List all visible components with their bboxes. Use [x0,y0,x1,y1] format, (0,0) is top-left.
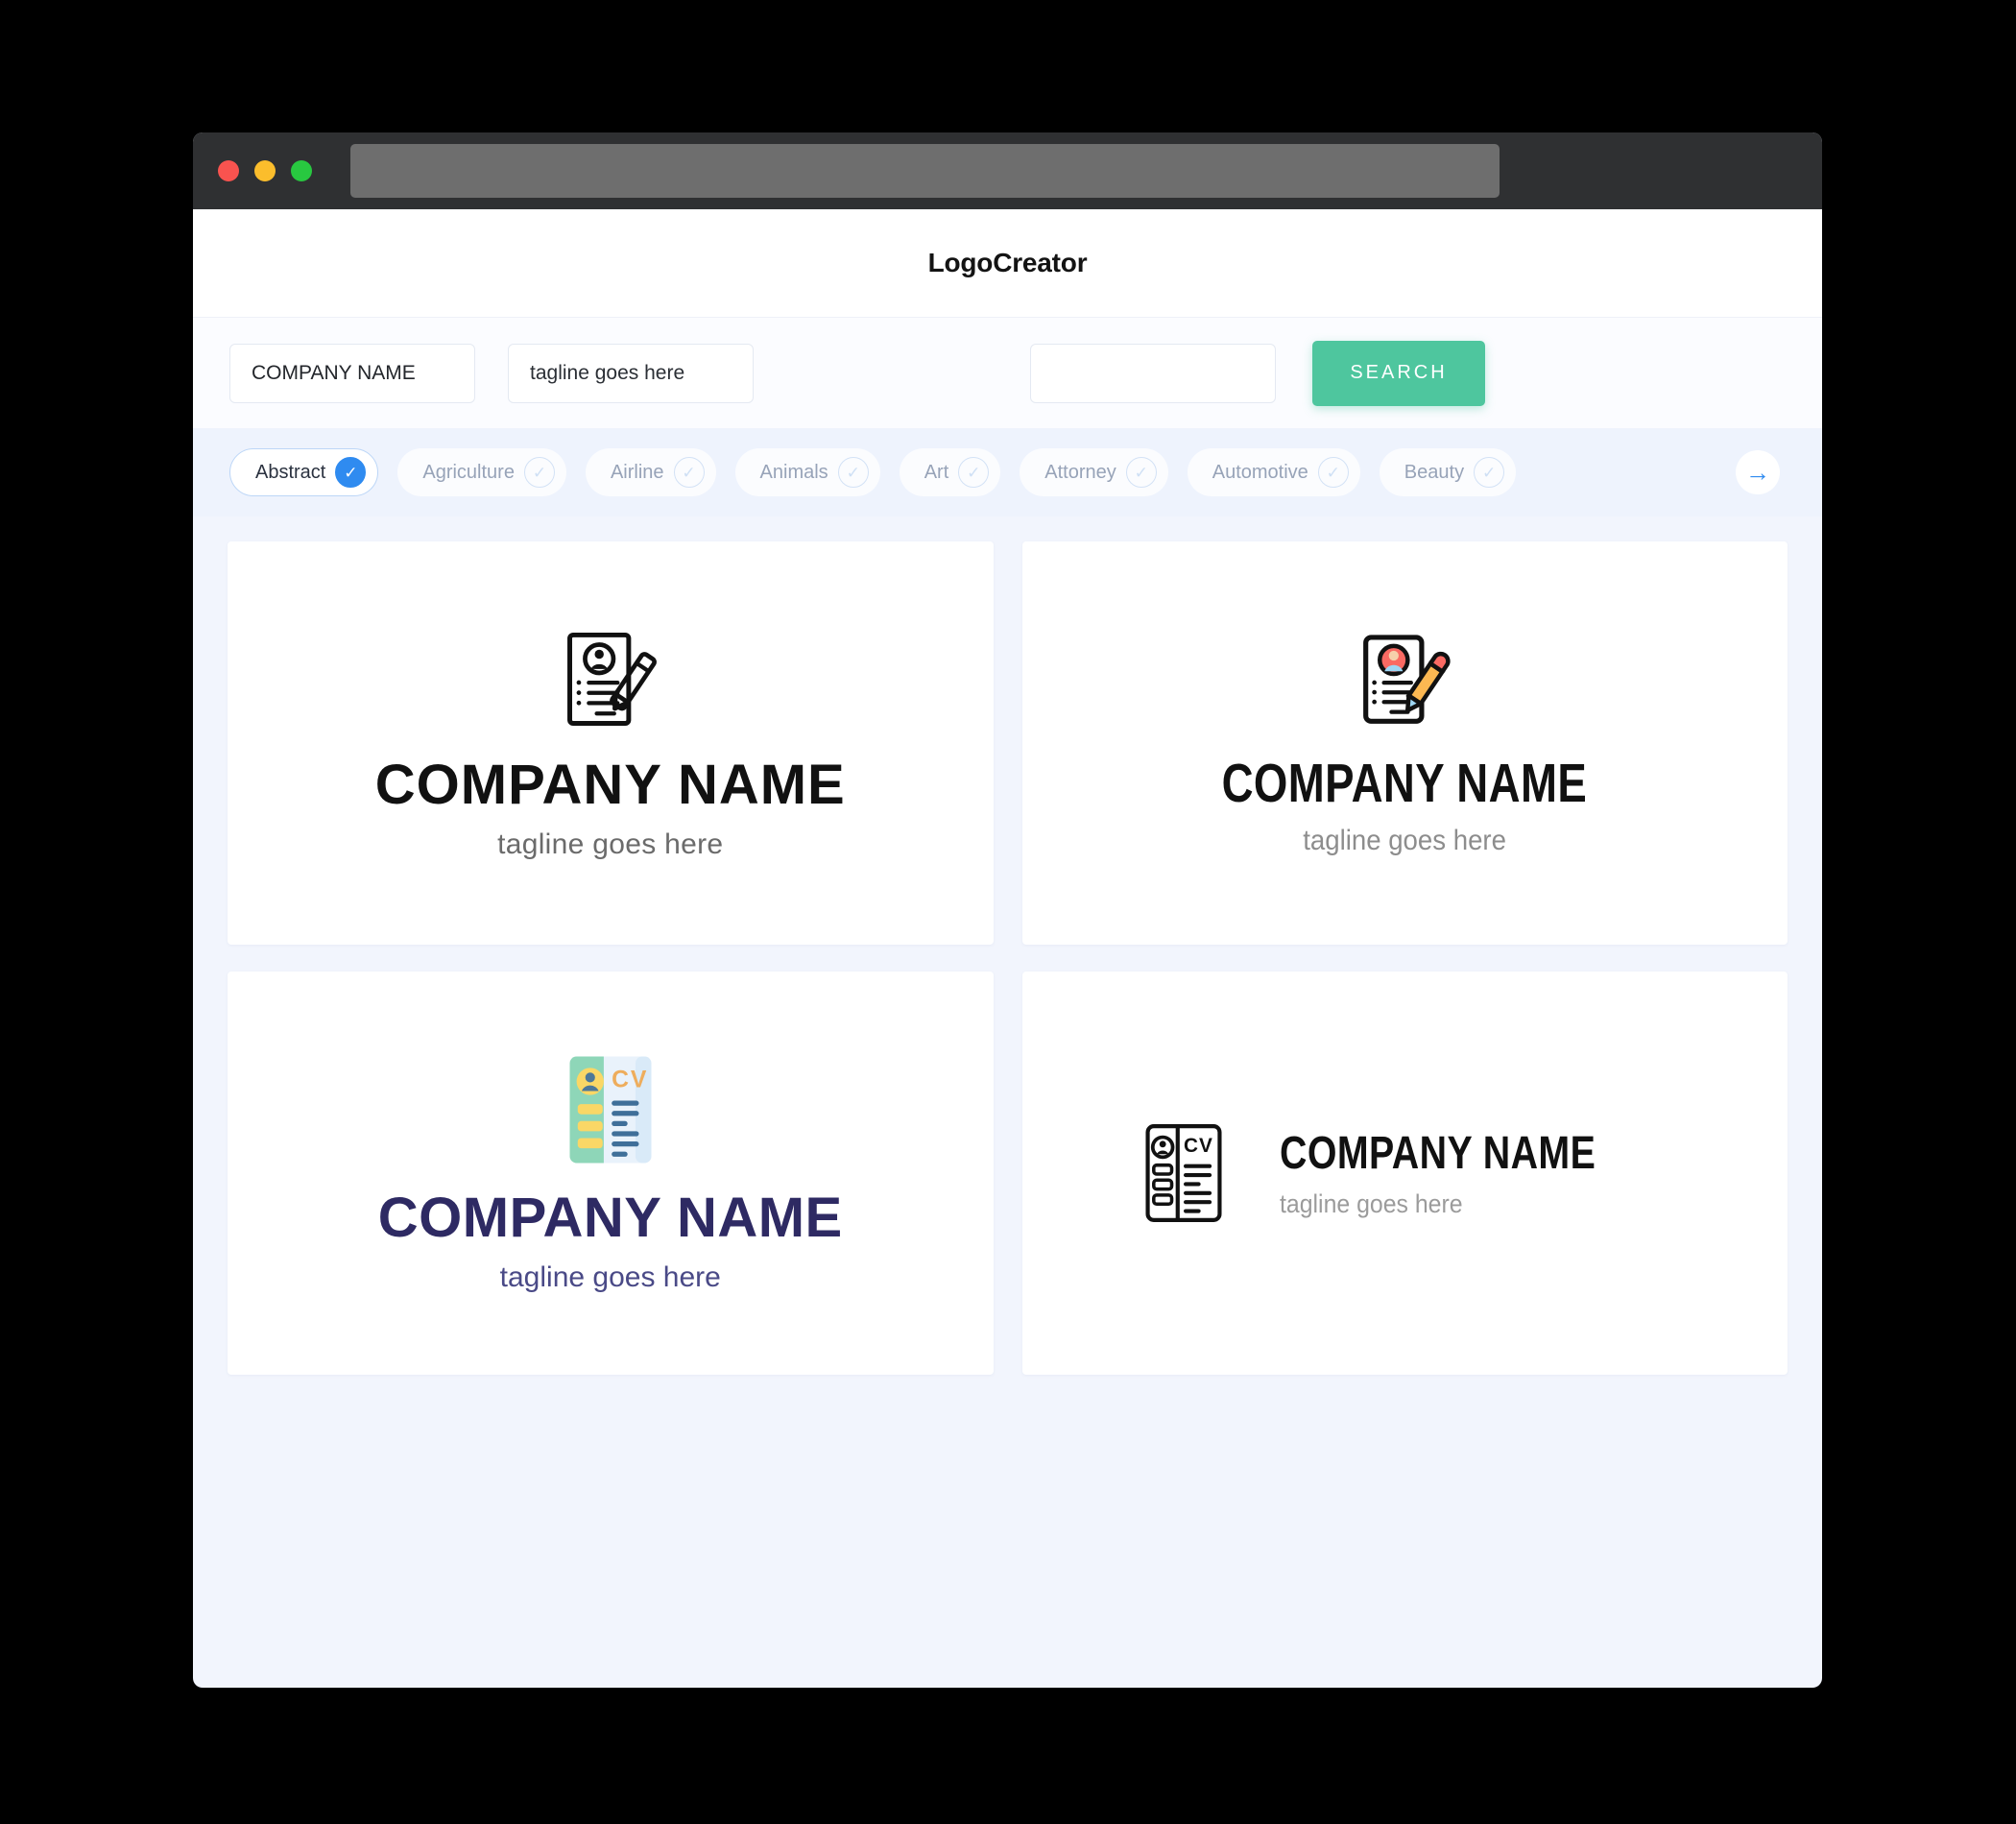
logo-company-name: COMPANY NAME [1221,753,1588,814]
logo-tagline: tagline goes here [1303,825,1507,856]
logo-preview-1: COMPANY NAME tagline goes here [375,626,846,861]
category-chip-airline[interactable]: Airline ✓ [585,448,716,496]
category-chip-agriculture[interactable]: Agriculture ✓ [397,448,566,496]
svg-text:CV: CV [612,1067,648,1092]
logo-company-name: COMPANY NAME [1280,1128,1596,1179]
category-label: Abstract [255,461,326,483]
check-icon: ✓ [958,457,990,488]
check-icon: ✓ [673,457,705,488]
check-icon: ✓ [335,457,367,488]
resume-pencil-color-icon [1363,635,1451,724]
category-label: Automotive [1212,461,1308,483]
close-button[interactable] [218,160,239,181]
tagline-input[interactable]: tagline goes here [508,343,754,403]
cv-card-outline-icon: CV [1145,1124,1222,1222]
category-label: Animals [759,461,828,483]
category-chip-attorney[interactable]: Attorney ✓ [1020,448,1168,496]
logo-preview-2: COMPANY NAME tagline goes here [1176,629,1633,857]
app-header: LogoCreator [193,209,1822,317]
category-chip-abstract[interactable]: Abstract ✓ [229,448,379,496]
arrow-right-icon[interactable]: → [1736,450,1780,494]
url-bar[interactable] [350,144,1500,198]
category-chip-art[interactable]: Art ✓ [899,448,1001,496]
logo-preview-3: CV COMPANY NAME tagline goes here [378,1053,843,1294]
logo-tagline: tagline goes here [499,1260,721,1293]
svg-text:CV: CV [1184,1135,1213,1157]
browser-window: LogoCreator COMPANY NAME tagline goes he… [193,132,1822,1688]
keyword-input[interactable] [1030,343,1276,403]
check-icon: ✓ [1125,457,1157,488]
logo-card[interactable]: COMPANY NAME tagline goes here [228,541,994,945]
logo-tagline: tagline goes here [1280,1189,1464,1218]
resume-pencil-outline-icon [566,632,657,726]
logo-card[interactable]: CV COMPANY NAME tagline goes here [228,972,994,1375]
category-chip-animals[interactable]: Animals ✓ [734,448,880,496]
minimize-button[interactable] [254,160,276,181]
logo-company-name: COMPANY NAME [377,1186,843,1249]
category-label: Attorney [1044,461,1116,483]
check-icon: ✓ [523,457,555,488]
maximize-button[interactable] [291,160,312,181]
window-controls[interactable] [218,160,312,181]
category-label: Airline [610,461,664,483]
category-chip-automotive[interactable]: Automotive ✓ [1187,448,1360,496]
category-filter-bar[interactable]: Abstract ✓ Agriculture ✓ Airline ✓ Anima… [193,428,1822,516]
category-chip-beauty[interactable]: Beauty ✓ [1379,448,1517,496]
category-label: Agriculture [422,461,515,483]
logo-card[interactable]: COMPANY NAME tagline goes here [1021,541,1788,945]
logo-results-grid: COMPANY NAME tagline goes here COMPANY N… [193,516,1822,1375]
check-icon: ✓ [1474,457,1505,488]
logo-tagline: tagline goes here [497,828,724,860]
company-name-input[interactable]: COMPANY NAME [229,343,475,403]
check-icon: ✓ [837,457,869,488]
browser-titlebar [193,132,1822,209]
logo-preview-4: CV COMPANY NAME tagline goes here [1143,1123,1666,1223]
category-label: Art [924,461,949,483]
cv-card-flat-icon: CV [569,1056,652,1163]
check-icon: ✓ [1317,457,1349,488]
screenshot-root: LogoCreator COMPANY NAME tagline goes he… [0,0,2016,1824]
category-label: Beauty [1404,461,1465,483]
page-title: LogoCreator [927,248,1088,277]
logo-company-name: COMPANY NAME [374,753,846,816]
search-toolbar: COMPANY NAME tagline goes here SEARCH [193,317,1822,428]
logo-card[interactable]: CV COMPANY NAME tagline goes here [1021,972,1788,1375]
search-button[interactable]: SEARCH [1312,340,1485,406]
